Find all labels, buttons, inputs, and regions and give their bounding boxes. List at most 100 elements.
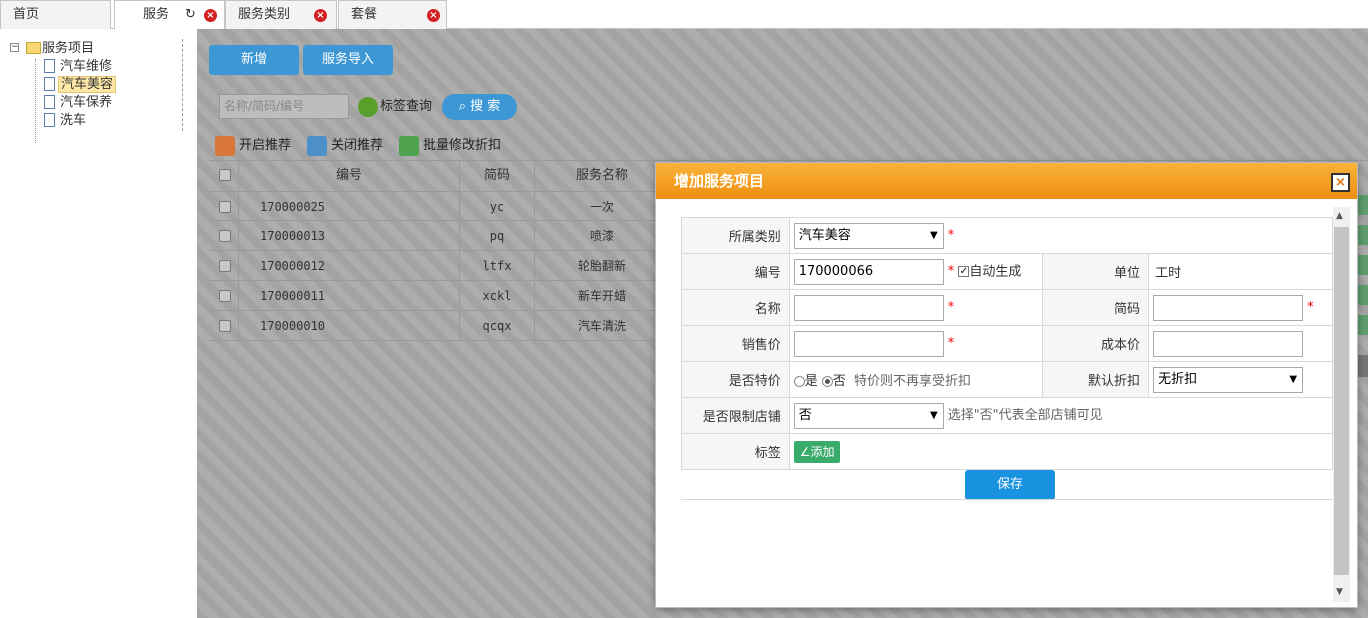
edge-button[interactable] bbox=[1358, 255, 1368, 275]
import-button[interactable]: 服务导入 bbox=[303, 45, 393, 75]
row-short: pq bbox=[460, 221, 535, 251]
row-short: xckl bbox=[460, 281, 535, 311]
code-label: 编号 bbox=[681, 253, 790, 290]
row-name: 一次 bbox=[589, 200, 614, 214]
search-button[interactable]: ⌕ 搜 索 bbox=[442, 94, 517, 120]
row-name: 喷漆 bbox=[589, 229, 614, 243]
short-field[interactable] bbox=[1153, 294, 1304, 321]
edge-button[interactable] bbox=[1358, 225, 1368, 245]
tree-item-label: 汽车美容 bbox=[58, 76, 117, 93]
table-row[interactable]: 170000010 qcqx 汽车清洗 bbox=[209, 311, 669, 341]
tab-package-label: 套餐 bbox=[351, 7, 378, 22]
scroll-up-icon[interactable]: ▲ bbox=[1336, 211, 1343, 221]
special-cell: 是 否 特价则不再享受折扣 bbox=[788, 361, 1044, 398]
short-cell: * bbox=[1148, 289, 1333, 326]
auto-generate-label: 自动生成 bbox=[969, 264, 1022, 279]
special-hint: 特价则不再享受折扣 bbox=[854, 374, 972, 389]
edge-button[interactable] bbox=[1358, 285, 1368, 305]
limit-select[interactable]: 否 ▼ bbox=[793, 402, 944, 429]
save-button[interactable]: 保存 bbox=[965, 470, 1055, 500]
row-code: 170000012 bbox=[239, 251, 460, 281]
name-field[interactable] bbox=[793, 294, 944, 321]
edge-button[interactable] bbox=[1358, 315, 1368, 335]
required-mark: * bbox=[947, 264, 955, 279]
search-input[interactable]: 名称/简码/编号 bbox=[219, 94, 349, 119]
table-row[interactable]: 170000025 yc 一次 bbox=[209, 191, 669, 222]
close-icon[interactable]: × bbox=[204, 9, 217, 22]
price-field[interactable] bbox=[793, 330, 944, 357]
cost-label: 成本价 bbox=[1042, 325, 1150, 362]
chevron-down-icon: ▼ bbox=[1289, 373, 1298, 385]
tag-query-button[interactable]: 标签查询 bbox=[358, 95, 432, 119]
document-icon bbox=[44, 95, 55, 109]
header-name[interactable]: 服务名称 bbox=[535, 161, 669, 191]
scroll-thumb[interactable] bbox=[1334, 227, 1349, 575]
short-label: 简码 bbox=[1042, 289, 1150, 326]
special-yes-label: 是 bbox=[804, 374, 818, 389]
row-short: yc bbox=[460, 192, 535, 222]
category-select[interactable]: 汽车美容 ▼ bbox=[793, 222, 944, 249]
row-check-cell bbox=[209, 221, 239, 251]
document-icon bbox=[44, 113, 55, 127]
cost-field[interactable] bbox=[1153, 330, 1304, 357]
open-recommend-button[interactable]: 开启推荐 bbox=[215, 135, 291, 157]
close-icon[interactable]: × bbox=[314, 9, 327, 22]
batch-discount-button[interactable]: 批量修改折扣 bbox=[399, 135, 501, 157]
row-name: 轮胎翻新 bbox=[577, 259, 626, 273]
tab-home-label: 首页 bbox=[13, 7, 40, 22]
header-short[interactable]: 简码 bbox=[460, 161, 535, 191]
edge-button[interactable] bbox=[1358, 195, 1368, 215]
link-icon bbox=[399, 136, 419, 156]
special-no-radio[interactable] bbox=[821, 376, 833, 387]
collapse-icon[interactable]: − bbox=[10, 43, 19, 52]
special-label: 是否特价 bbox=[681, 361, 790, 398]
header-code[interactable]: 编号 bbox=[239, 161, 460, 191]
sidebar-tree: − 服务项目 汽车维修 汽车美容 汽车保养 洗车 bbox=[0, 29, 197, 618]
row-code: 170000013 bbox=[239, 221, 460, 251]
discount-select[interactable]: 无折扣 ▼ bbox=[1153, 366, 1304, 393]
folder-icon bbox=[26, 42, 41, 54]
auto-generate-checkbox[interactable]: ✓ bbox=[958, 266, 970, 277]
close-icon[interactable]: × bbox=[1331, 173, 1350, 192]
close-recommend-button[interactable]: 关闭推荐 bbox=[307, 135, 383, 157]
unit-value: 工时 bbox=[1148, 253, 1333, 290]
close-recommend-label: 关闭推荐 bbox=[331, 138, 384, 153]
discount-label: 默认折扣 bbox=[1042, 361, 1150, 398]
discount-cell: 无折扣 ▼ bbox=[1148, 361, 1333, 398]
special-yes-radio[interactable] bbox=[793, 376, 805, 387]
discount-select-value: 无折扣 bbox=[1158, 371, 1198, 387]
tab-service-label: 服务 bbox=[143, 7, 170, 22]
category-cell: 汽车美容 ▼ * bbox=[788, 217, 1334, 254]
tag-cell: ∠添加 bbox=[788, 433, 1334, 470]
limit-hint: 选择"否"代表全部店铺可见 bbox=[947, 408, 1103, 423]
table-row[interactable]: 170000012 ltfx 轮胎翻新 bbox=[209, 251, 669, 281]
price-cell: * bbox=[788, 325, 1044, 362]
table-row[interactable]: 170000013 pq 喷漆 bbox=[209, 221, 669, 251]
tree-root-label: 服务项目 bbox=[42, 41, 95, 56]
tab-home[interactable]: 首页 bbox=[0, 0, 111, 29]
search-icon: ⌕ bbox=[458, 99, 471, 114]
table-row[interactable]: 170000011 xckl 新车开蜡 bbox=[209, 281, 669, 311]
service-form: 所属类别 汽车美容 ▼ * 编号 170000066 * ✓自动生成 单位 工时 名称… bbox=[681, 217, 1334, 470]
limit-select-value: 否 bbox=[798, 407, 812, 423]
tab-package[interactable]: 套餐 × bbox=[338, 0, 447, 29]
tag-query-label: 标签查询 bbox=[380, 99, 433, 114]
special-no-label: 否 bbox=[832, 374, 846, 389]
close-icon[interactable]: × bbox=[427, 9, 440, 22]
add-service-dialog: 增加服务项目 × ▲ ▼ 所属类别 汽车美容 ▼ * 编号 170000066 * ✓… bbox=[655, 162, 1358, 608]
edge-button[interactable] bbox=[1358, 355, 1368, 377]
open-recommend-label: 开启推荐 bbox=[239, 138, 292, 153]
dialog-scrollbar[interactable]: ▲ ▼ bbox=[1333, 207, 1350, 602]
add-button[interactable]: 新增 bbox=[209, 45, 299, 75]
scroll-down-icon[interactable]: ▼ bbox=[1336, 587, 1343, 597]
tab-service[interactable]: 服务 ↻ × bbox=[114, 0, 225, 30]
row-check-cell bbox=[209, 192, 239, 222]
code-field[interactable]: 170000066 bbox=[793, 258, 944, 285]
add-tag-button[interactable]: ∠添加 bbox=[793, 440, 841, 463]
row-short: qcqx bbox=[460, 311, 535, 341]
grid-header: 编号 简码 服务名称 bbox=[209, 161, 669, 191]
required-mark: * bbox=[947, 336, 955, 351]
tab-service-category[interactable]: 服务类别 × bbox=[225, 0, 337, 29]
refresh-icon[interactable]: ↻ bbox=[185, 7, 196, 23]
tree-item-label: 洗车 bbox=[60, 113, 87, 128]
